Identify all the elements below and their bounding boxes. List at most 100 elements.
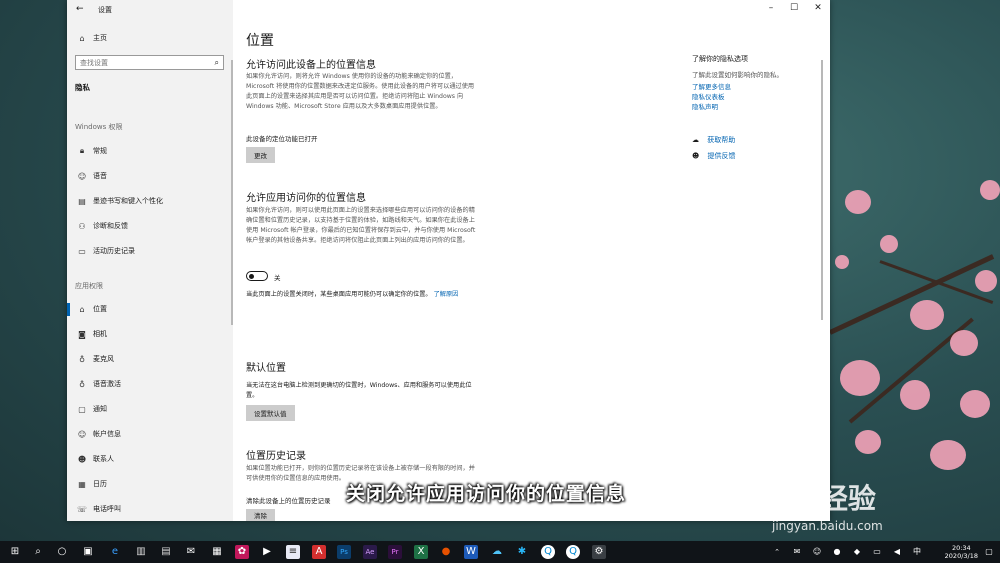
search-icon[interactable]: ⌕ bbox=[215, 58, 219, 68]
blossom bbox=[950, 330, 978, 356]
after-effects-icon[interactable]: Ae bbox=[363, 545, 377, 559]
device-location-status: 此设备的定位功能已打开 bbox=[246, 135, 318, 143]
cortana-circle-icon[interactable]: ○ bbox=[55, 545, 69, 559]
sidebar-item-speech[interactable]: ☺ 语音 bbox=[75, 168, 107, 184]
toggle-knob bbox=[249, 273, 254, 279]
sidebar-item-general[interactable]: 🔒︎ 常规 bbox=[75, 143, 107, 159]
premiere-icon[interactable]: Pr bbox=[388, 545, 402, 559]
get-help-link[interactable]: 获取帮助 bbox=[707, 136, 735, 144]
store-icon[interactable]: ▤ bbox=[159, 545, 173, 559]
sidebar-item-phone-calls[interactable]: ☏ 电话呼叫 bbox=[75, 501, 121, 517]
blossom bbox=[930, 440, 966, 470]
task-view-icon[interactable]: ▣ bbox=[81, 545, 95, 559]
start-windows-icon[interactable]: ⊞ bbox=[8, 545, 22, 559]
sidebar-item-inking[interactable]: ▤ 墨迹书写和键入个性化 bbox=[75, 193, 163, 209]
app-icon[interactable]: ✿ bbox=[235, 545, 249, 559]
powerpoint-icon[interactable]: ● bbox=[439, 545, 453, 559]
home-icon: ⌂ bbox=[79, 33, 85, 43]
default-location-description: 当无法在这台电脑上检测到更确切的位置时，Windows、应用和服务可以使用此位置… bbox=[246, 382, 472, 399]
notification-center-icon[interactable]: ▢ bbox=[982, 545, 996, 559]
word-icon[interactable]: W bbox=[464, 545, 478, 559]
chat-icon[interactable]: ☁ bbox=[490, 545, 504, 559]
sidebar-item-label: 通知 bbox=[93, 405, 107, 413]
sidebar-item-account-info[interactable]: ☺ 帐户信息 bbox=[75, 426, 121, 442]
sidebar-item-microphone[interactable]: ♁ 麦克风 bbox=[75, 351, 114, 367]
clock-time: 20:34 bbox=[951, 544, 971, 552]
sidebar-item-label: 活动历史记录 bbox=[93, 247, 135, 255]
network-icon[interactable]: ▭ bbox=[870, 545, 884, 559]
sidebar-scrollbar[interactable] bbox=[231, 60, 233, 325]
pinwheel-icon[interactable]: ✱ bbox=[515, 545, 529, 559]
search-box[interactable]: ⌕ bbox=[75, 55, 224, 70]
tray-app-icon[interactable]: ◆ bbox=[850, 545, 864, 559]
privacy-dashboard-link[interactable]: 隐私仪表板 bbox=[692, 91, 725, 101]
app-location-toggle[interactable] bbox=[246, 271, 268, 281]
tray-chevron-icon[interactable]: ⌃ bbox=[770, 545, 784, 559]
privacy-statement-link[interactable]: 隐私声明 bbox=[692, 101, 718, 111]
tray-app-icon[interactable]: ● bbox=[830, 545, 844, 559]
file-explorer-icon[interactable]: ▥ bbox=[134, 545, 148, 559]
excel-icon[interactable]: X bbox=[414, 545, 428, 559]
microphone-icon: ♁ bbox=[79, 354, 85, 364]
sidebar-item-contacts[interactable]: ☻ 联系人 bbox=[75, 451, 114, 467]
section-app-permissions: 应用权限 bbox=[75, 282, 103, 290]
back-arrow-icon[interactable]: ← bbox=[76, 4, 84, 14]
ime-icon[interactable]: 中 bbox=[910, 545, 924, 559]
maximize-icon[interactable]: ☐ bbox=[787, 3, 801, 13]
learn-more-link[interactable]: 了解更多信息 bbox=[692, 81, 731, 91]
blossom bbox=[960, 390, 990, 418]
sidebar-item-diagnostics[interactable]: ⚇ 诊断和反馈 bbox=[75, 218, 128, 234]
sidebar-item-label: 相机 bbox=[93, 330, 107, 338]
video-editor-icon[interactable]: ▦ bbox=[210, 545, 224, 559]
learn-why-link[interactable]: 了解原因 bbox=[434, 291, 459, 298]
privacy-options-heading: 了解你的隐私选项 bbox=[692, 55, 748, 63]
default-location-heading: 默认位置 bbox=[246, 363, 286, 374]
mail-icon[interactable]: ✉ bbox=[184, 545, 198, 559]
blossom bbox=[840, 360, 880, 396]
phone-icon: ☏ bbox=[76, 504, 87, 514]
browser-q-icon[interactable]: Q bbox=[541, 545, 555, 559]
change-button[interactable]: 更改 bbox=[246, 147, 275, 163]
voice-activation-icon: ♁ bbox=[79, 379, 85, 389]
tray-app-icon[interactable]: ✉ bbox=[790, 545, 804, 559]
search-input[interactable] bbox=[76, 56, 201, 69]
sidebar-item-label: 主页 bbox=[93, 34, 107, 42]
sidebar-item-activity-history[interactable]: ▭ 活动历史记录 bbox=[75, 243, 135, 259]
give-feedback-link[interactable]: 提供反馈 bbox=[708, 152, 736, 160]
camera-icon: ◙ bbox=[78, 329, 86, 339]
volume-icon[interactable]: ◀ bbox=[890, 545, 904, 559]
give-feedback-item[interactable]: ☻ 提供反馈 bbox=[692, 151, 736, 161]
minimize-icon[interactable]: – bbox=[764, 3, 778, 13]
account-icon: ☺ bbox=[77, 429, 87, 439]
help-icon: ☁ bbox=[692, 136, 699, 144]
set-default-button[interactable]: 设置默认值 bbox=[246, 405, 295, 421]
settings-gear-icon[interactable]: ⚙ bbox=[592, 545, 606, 559]
search-icon[interactable]: ⌕ bbox=[31, 545, 45, 559]
media-player-icon[interactable]: ▶ bbox=[260, 545, 274, 559]
selected-indicator bbox=[67, 303, 70, 316]
taskbar-clock[interactable]: 20:34 2020/3/18 bbox=[945, 544, 978, 560]
close-icon[interactable]: ✕ bbox=[811, 3, 825, 13]
app-access-heading: 允许应用访问你的位置信息 bbox=[246, 193, 366, 204]
sidebar-item-home[interactable]: ⌂ 主页 bbox=[75, 30, 107, 46]
speech-icon: ☺ bbox=[77, 171, 87, 181]
acrobat-icon[interactable]: A bbox=[312, 545, 326, 559]
browser-q-icon-2[interactable]: Q bbox=[566, 545, 580, 559]
get-help-item[interactable]: ☁ 获取帮助 bbox=[692, 135, 735, 145]
sidebar-item-calendar[interactable]: ▦ 日历 bbox=[75, 476, 107, 492]
photoshop-icon[interactable]: Ps bbox=[337, 545, 351, 559]
app-access-description: 如果你允许访问，则可以使用此页面上的设置来选择哪些应用可以访问你的设备的精确位置… bbox=[246, 207, 476, 244]
sidebar-item-camera[interactable]: ◙ 相机 bbox=[75, 326, 107, 342]
sidebar-item-label: 联系人 bbox=[93, 455, 114, 463]
clear-button[interactable]: 清除 bbox=[246, 509, 275, 521]
tray-app-icon[interactable]: ☺ bbox=[810, 545, 824, 559]
sidebar-item-notifications[interactable]: ▢ 通知 bbox=[75, 401, 107, 417]
sidebar-item-voice-activation[interactable]: ♁ 语音激活 bbox=[75, 376, 121, 392]
sidebar-item-label: 墨迹书写和键入个性化 bbox=[93, 197, 163, 205]
edge-browser-icon[interactable]: e bbox=[108, 545, 122, 559]
notepad-icon[interactable]: ≡ bbox=[286, 545, 300, 559]
main-scrollbar[interactable] bbox=[821, 60, 823, 320]
contacts-icon: ☻ bbox=[77, 454, 87, 464]
blossom bbox=[900, 380, 930, 410]
sidebar-item-location[interactable]: ⌂ 位置 bbox=[75, 301, 107, 317]
